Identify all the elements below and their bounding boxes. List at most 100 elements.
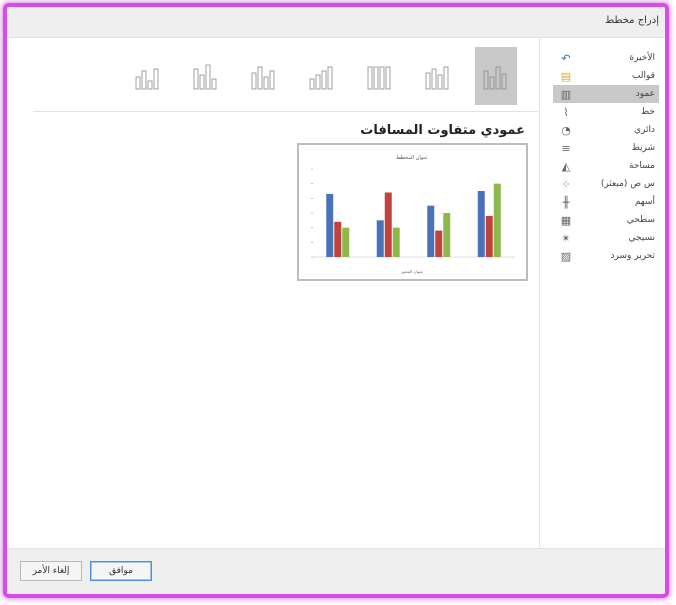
- category-label: عمود: [635, 89, 655, 99]
- category-label: س ص (مبعثر): [600, 179, 655, 189]
- subtype-bar: [443, 66, 449, 90]
- subtype-bar: [379, 66, 385, 90]
- undo-icon: ↶: [561, 51, 571, 65]
- category-item[interactable]: ▥ عمود: [553, 85, 659, 103]
- subtype-bar: [425, 72, 431, 90]
- subtype-bar: [141, 70, 147, 90]
- category-label: دائري: [633, 125, 655, 135]
- subtype-bar: [315, 74, 321, 90]
- preview-chart-title: عنوان المخطط: [396, 155, 428, 161]
- subtype-bar: [251, 72, 257, 90]
- combo-chart-icon: ▨: [560, 249, 572, 263]
- category-item[interactable]: ◭ مساحة: [553, 157, 659, 175]
- category-item[interactable]: ≡ شريط: [553, 139, 659, 157]
- subtype-bar: [205, 64, 211, 90]
- preview-axis-title: عنوان المحور: [400, 269, 423, 274]
- chart-subtype-gallery: [127, 47, 537, 109]
- preview-bar: [435, 230, 443, 257]
- category-item[interactable]: ╫ أسهم: [553, 193, 659, 211]
- insert-chart-dialog: إدراج مخطط ↶ الأخيرة ▤ قوالب ▥ عمود ⌇ خط ◔ دائري ≡…: [3, 3, 669, 598]
- subtype-icon: [483, 66, 507, 90]
- category-label: تحرير وسرد: [610, 251, 655, 261]
- subtype-bar: [211, 78, 217, 90]
- subtype-bar: [437, 74, 443, 90]
- category-item[interactable]: ▨ تحرير وسرد: [553, 247, 659, 265]
- preview-bar: [334, 221, 342, 257]
- category-item[interactable]: ⌇ خط: [553, 103, 659, 121]
- area-chart-icon: ◭: [561, 159, 571, 173]
- bar-chart-icon: ≡: [561, 141, 571, 155]
- category-label: أسهم: [634, 197, 655, 207]
- subtype-bar: [327, 66, 333, 90]
- preview-bar: [384, 192, 392, 257]
- subtype-bar: [367, 66, 373, 90]
- subtype-icon: [367, 66, 391, 90]
- category-item[interactable]: ◔ دائري: [553, 121, 659, 139]
- subtype-3d-clustered-column[interactable]: [301, 47, 343, 105]
- subtype-3d-100-stacked-column[interactable]: [185, 47, 227, 105]
- line-chart-icon: ⌇: [563, 105, 569, 119]
- dialog-footer: موافق إلغاء الأمر: [7, 548, 665, 594]
- category-label: الأخيرة: [629, 53, 655, 63]
- preview-bar: [493, 183, 501, 257]
- subtype-bar: [135, 76, 141, 90]
- preview-bar: [376, 220, 384, 257]
- subtype-bar: [495, 66, 501, 90]
- category-item[interactable]: ✴ نسيجي: [553, 229, 659, 247]
- vertical-divider: [539, 37, 540, 547]
- category-label: سطحي: [626, 215, 655, 225]
- chart-category-list: ↶ الأخيرة ▤ قوالب ▥ عمود ⌇ خط ◔ دائري ≡ شريط ◭ مساحة ⁘…: [553, 49, 659, 265]
- subtype-bar: [147, 80, 153, 90]
- category-item[interactable]: ↶ الأخيرة: [553, 49, 659, 67]
- subtype-bar: [489, 76, 495, 90]
- subtype-icon: [309, 66, 333, 90]
- folder-icon: ▤: [560, 69, 572, 83]
- subtype-icon: [425, 66, 449, 90]
- category-label: شريط: [631, 143, 655, 153]
- preview-bar: [443, 213, 451, 257]
- cancel-button[interactable]: إلغاء الأمر: [20, 561, 82, 581]
- subtype-3d-column[interactable]: [127, 47, 169, 105]
- category-label: قوالب: [631, 71, 655, 81]
- category-label: مساحة: [629, 161, 655, 171]
- subtype-clustered-column[interactable]: [475, 47, 517, 105]
- subtype-icon: [135, 68, 159, 90]
- dialog-title: إدراج مخطط: [605, 15, 659, 26]
- subtype-bar: [257, 66, 263, 90]
- preview-bar: [477, 191, 485, 257]
- preview-bar: [392, 227, 400, 257]
- subtype-bar: [309, 78, 315, 90]
- subtype-icon: [251, 66, 275, 90]
- scatter-chart-icon: ⁘: [561, 177, 571, 191]
- subtype-3d-stacked-column[interactable]: [243, 47, 285, 105]
- subtype-bar: [373, 66, 379, 90]
- subtype-100-stacked-column[interactable]: [359, 47, 401, 105]
- chart-preview[interactable]: عنوان المخطط عنوان المحور: [297, 143, 528, 281]
- selected-subtype-title: عمودي متفاوت المسافات: [360, 123, 525, 138]
- pie-chart-icon: ◔: [561, 123, 571, 137]
- category-label: نسيجي: [628, 233, 655, 243]
- category-item[interactable]: ⁘ س ص (مبعثر): [553, 175, 659, 193]
- subtype-bar: [431, 68, 437, 90]
- subtype-stacked-column[interactable]: [417, 47, 459, 105]
- preview-bar: [342, 227, 350, 257]
- subtype-bar: [193, 68, 199, 90]
- preview-bar: [485, 215, 493, 257]
- category-label: خط: [640, 107, 655, 117]
- preview-plot-area: [311, 168, 515, 258]
- subtype-bar: [385, 66, 391, 90]
- subtype-bar: [321, 70, 327, 90]
- category-item[interactable]: ▦ سطحي: [553, 211, 659, 229]
- radar-chart-icon: ✴: [561, 231, 571, 245]
- subtype-bar: [269, 70, 275, 90]
- surface-chart-icon: ▦: [560, 213, 572, 227]
- ok-button[interactable]: موافق: [90, 561, 152, 581]
- horizontal-divider: [33, 111, 538, 112]
- subtype-icon: [193, 64, 217, 90]
- subtype-bar: [263, 76, 269, 90]
- category-item[interactable]: ▤ قوالب: [553, 67, 659, 85]
- column-chart-icon: ▥: [560, 87, 572, 101]
- stock-chart-icon: ╫: [562, 195, 570, 209]
- title-bar: إدراج مخطط: [7, 7, 665, 38]
- subtype-bar: [501, 73, 507, 90]
